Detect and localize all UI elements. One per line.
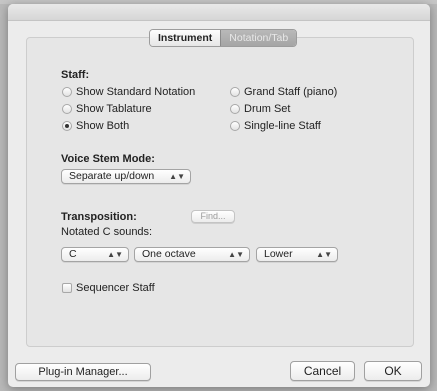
direction-select[interactable]: Lower ▲▼	[256, 247, 338, 262]
radio-label: Grand Staff (piano)	[244, 86, 338, 98]
direction-value: Lower	[264, 248, 293, 260]
radio-button[interactable]	[62, 87, 72, 97]
voice-stem-heading: Voice Stem Mode:	[61, 153, 155, 165]
sequencer-staff-checkbox[interactable]	[62, 283, 72, 293]
tab-notation-tab[interactable]: Notation/Tab	[220, 30, 297, 46]
select-arrows-icon: ▲▼	[316, 250, 332, 259]
tab-bar: Instrument Notation/Tab	[149, 29, 298, 47]
radio-grand-staff[interactable]: Grand Staff (piano)	[230, 86, 337, 98]
radio-label: Show Both	[76, 120, 130, 132]
radio-show-standard-notation[interactable]: Show Standard Notation	[62, 86, 195, 98]
select-arrows-icon: ▲▼	[228, 250, 244, 259]
find-button[interactable]: Find...	[191, 210, 235, 223]
ok-button[interactable]: OK	[364, 361, 422, 381]
radio-button[interactable]	[230, 87, 240, 97]
note-select[interactable]: C ▲▼	[61, 247, 129, 262]
radio-button[interactable]	[230, 104, 240, 114]
radio-label: Show Standard Notation	[76, 86, 196, 98]
dialog-titlebar	[8, 4, 430, 21]
voice-stem-select[interactable]: Separate up/down ▲▼	[61, 169, 191, 184]
transposition-heading: Transposition:	[61, 211, 137, 223]
radio-label: Show Tablature	[76, 103, 152, 115]
sequencer-staff-label: Sequencer Staff	[76, 282, 155, 294]
sequencer-staff-checkbox-row[interactable]: Sequencer Staff	[62, 282, 155, 294]
radio-show-tablature[interactable]: Show Tablature	[62, 103, 152, 115]
notated-c-sounds-label: Notated C sounds:	[61, 226, 153, 238]
select-arrows-icon: ▲▼	[169, 172, 185, 181]
radio-single-line-staff[interactable]: Single-line Staff	[230, 120, 321, 132]
radio-label: Drum Set	[244, 103, 291, 115]
radio-button[interactable]	[230, 121, 240, 131]
interval-select[interactable]: One octave ▲▼	[134, 247, 250, 262]
instrument-settings-dialog: Instrument Notation/Tab Staff: Show Stan…	[8, 4, 430, 387]
radio-button[interactable]	[62, 104, 72, 114]
tab-content-panel	[26, 37, 414, 347]
cancel-button[interactable]: Cancel	[290, 361, 355, 381]
note-value: C	[69, 248, 77, 260]
interval-value: One octave	[142, 248, 196, 260]
tab-instrument[interactable]: Instrument	[150, 30, 221, 46]
radio-drum-set[interactable]: Drum Set	[230, 103, 290, 115]
select-arrows-icon: ▲▼	[107, 250, 123, 259]
plugin-manager-button[interactable]: Plug-in Manager...	[15, 363, 151, 381]
radio-show-both[interactable]: Show Both	[62, 120, 129, 132]
radio-button-selected[interactable]	[62, 121, 72, 131]
staff-heading: Staff:	[61, 69, 90, 81]
radio-label: Single-line Staff	[244, 120, 321, 132]
voice-stem-value: Separate up/down	[69, 170, 155, 182]
